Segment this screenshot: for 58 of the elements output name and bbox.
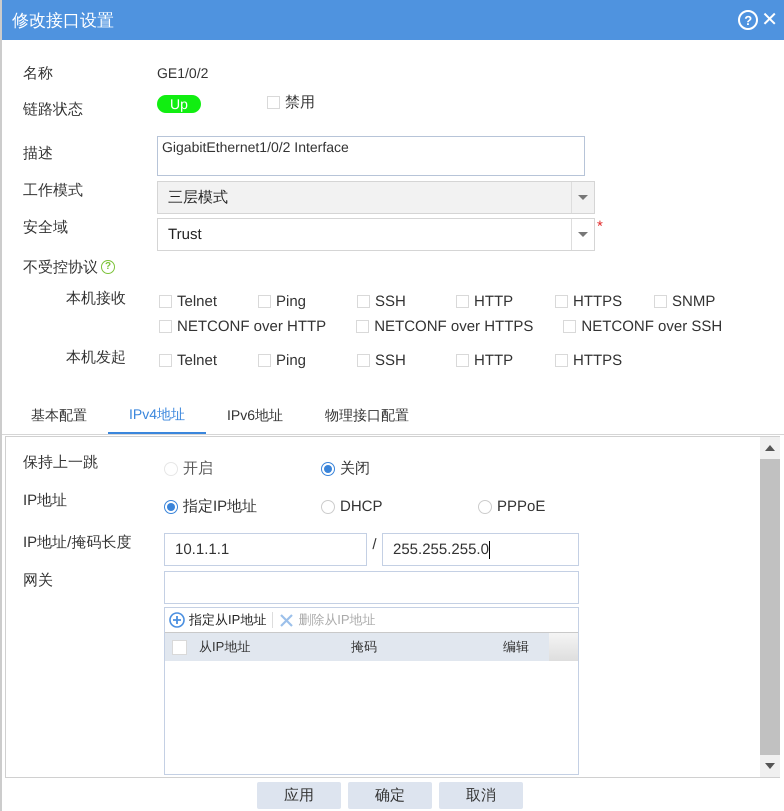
field-label: IP地址/掩码长度 (23, 533, 132, 552)
field-label: 名称 (23, 64, 54, 82)
field-label: 描述 (23, 144, 54, 163)
separator: / (371, 536, 378, 553)
tab[interactable]: 基本配置 (10, 398, 108, 434)
field-label: 链路状态 (23, 100, 84, 118)
radio-option[interactable]: PPPoE (478, 497, 598, 516)
protocol-checkbox[interactable]: HTTP (456, 348, 555, 372)
column-header: 掩码 (351, 638, 378, 656)
field-label: IP地址 (23, 491, 68, 510)
protocol-checkbox[interactable]: NETCONF over HTTP (159, 314, 356, 338)
status-badge: Up (157, 95, 201, 113)
dialog-title: 修改接口设置 (12, 10, 115, 32)
protocol-checkbox[interactable]: Telnet (159, 289, 258, 313)
ip-address-field[interactable]: 10.1.1.1 (164, 533, 367, 566)
field-label: 保持上一跳 (23, 453, 99, 472)
protocol-checkbox[interactable]: HTTPS (555, 289, 654, 313)
group-label: 本机接收 (65, 289, 127, 309)
protocol-checkbox[interactable]: SSH (357, 348, 456, 372)
plus-circle-icon (169, 612, 185, 628)
scrollbar[interactable] (760, 437, 780, 777)
dialog-button[interactable]: 取消 (439, 782, 523, 809)
column-header: 从IP地址 (199, 638, 252, 656)
select-all-checkbox[interactable] (172, 640, 187, 654)
cross-icon (279, 612, 294, 628)
tab[interactable]: 物理接口配置 (304, 398, 430, 434)
radio-option[interactable]: 指定IP地址 (164, 497, 321, 516)
work-mode-dropdown[interactable]: 三层模式 (157, 181, 595, 214)
protocol-checkbox[interactable]: NETCONF over HTTPS (356, 314, 564, 338)
dialog-button[interactable]: 应用 (257, 782, 341, 809)
field-label: 工作模式 (23, 181, 84, 200)
field-label: 网关 (23, 571, 54, 590)
protocol-checkbox[interactable]: Telnet (159, 348, 258, 372)
protocol-checkbox[interactable]: Ping (258, 348, 357, 372)
protocol-checkbox[interactable]: SSH (357, 289, 456, 313)
group-label: 本机发起 (65, 348, 127, 368)
header-corner (549, 633, 578, 661)
gateway-field[interactable] (164, 571, 579, 604)
add-button[interactable]: 指定从IP地址 (169, 611, 266, 629)
required-mark: * (597, 218, 603, 235)
dialog-button[interactable]: 确定 (348, 782, 432, 809)
field-label: 安全域 (23, 218, 69, 237)
mask-field[interactable]: 255.255.255.0 (382, 533, 579, 566)
column-header: 编辑 (503, 638, 530, 656)
security-zone-dropdown[interactable]: Trust (157, 218, 595, 251)
protocol-checkbox[interactable]: SNMP (654, 289, 753, 313)
protocol-checkbox[interactable]: NETCONF over SSH (563, 314, 752, 338)
field-label: 不受控协议 (23, 258, 98, 276)
disable-checkbox[interactable]: 禁用 (266, 90, 366, 114)
radio-option[interactable]: 关闭 (321, 459, 478, 478)
protocol-checkbox[interactable]: HTTP (456, 289, 555, 313)
tab[interactable]: IPv6地址 (206, 398, 304, 434)
interface-name: GE1/0/2 (157, 65, 208, 81)
protocol-checkbox[interactable]: HTTPS (555, 348, 654, 372)
radio-option[interactable]: DHCP (321, 497, 478, 516)
protocol-checkbox[interactable]: Ping (258, 289, 357, 313)
description-field[interactable]: GigabitEthernet1/0/2 Interface (157, 136, 585, 176)
tab[interactable]: IPv4地址 (108, 398, 206, 434)
